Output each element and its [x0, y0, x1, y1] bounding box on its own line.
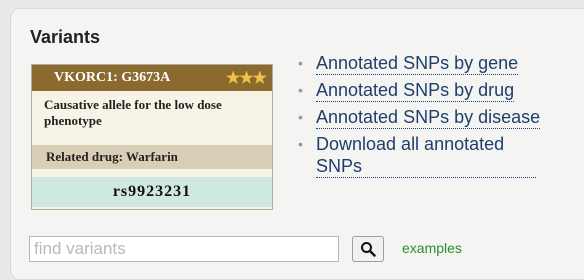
- search-input[interactable]: [29, 236, 339, 262]
- examples-link[interactable]: examples: [402, 240, 462, 256]
- variant-rsid: rs9923231: [32, 177, 272, 207]
- variant-gene: VKORC1: G3673A: [54, 70, 171, 85]
- bullet-icon: •: [298, 109, 303, 125]
- search-button[interactable]: [352, 236, 384, 262]
- search-icon: [361, 242, 376, 257]
- panel-title: Variants: [30, 27, 101, 47]
- link-snps-by-drug[interactable]: Annotated SNPs by drug: [316, 79, 515, 102]
- list-item: • Annotated SNPs by gene: [296, 52, 540, 75]
- bullet-icon: •: [298, 55, 303, 71]
- rating-stars-icon: ★★★: [225, 70, 267, 87]
- list-item: • Download all annotated SNPs: [296, 133, 540, 178]
- bullet-icon: •: [298, 136, 303, 152]
- variant-description: Causative allele for the low dose phenot…: [44, 97, 222, 128]
- bullet-icon: •: [298, 82, 303, 98]
- variant-links-list: • Annotated SNPs by gene • Annotated SNP…: [296, 52, 541, 182]
- variant-card-header: VKORC1: G3673A ★★★: [32, 65, 272, 91]
- variant-card[interactable]: VKORC1: G3673A ★★★ Causative allele for …: [31, 64, 273, 210]
- related-drug: Related drug: Warfarin: [32, 145, 272, 169]
- link-snps-by-gene[interactable]: Annotated SNPs by gene: [316, 52, 519, 75]
- link-snps-by-disease[interactable]: Annotated SNPs by disease: [316, 106, 541, 129]
- link-download-snps[interactable]: Download all annotated SNPs: [316, 133, 536, 178]
- list-item: • Annotated SNPs by disease: [296, 106, 541, 129]
- list-item: • Annotated SNPs by drug: [296, 79, 540, 102]
